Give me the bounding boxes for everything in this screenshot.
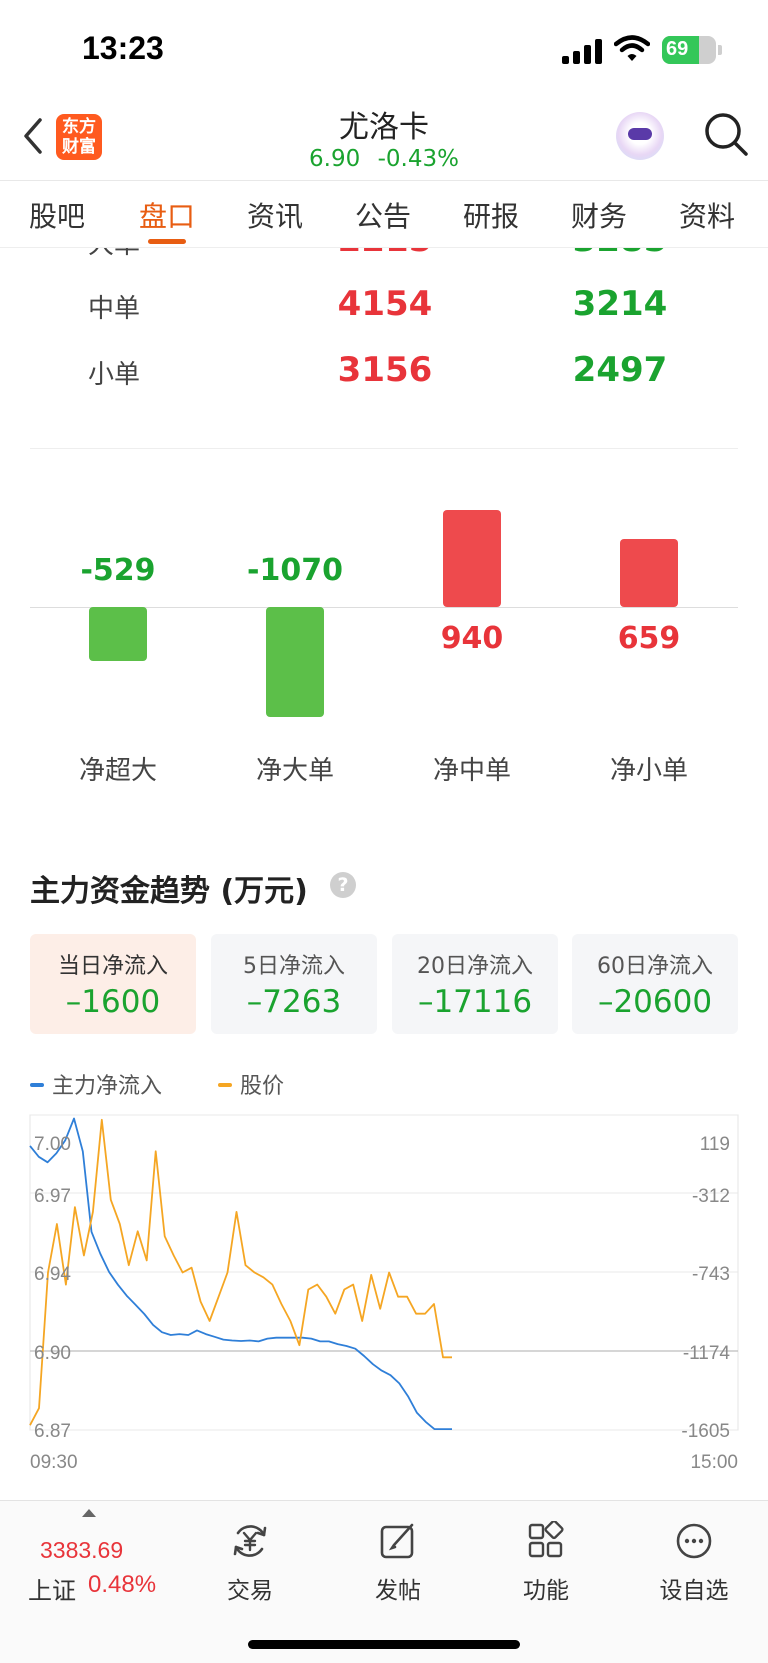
trend-chart-svg bbox=[29, 1114, 739, 1431]
nav-trade-button[interactable]: 交易 bbox=[190, 1519, 310, 1609]
nav-post-button[interactable]: 发帖 bbox=[338, 1519, 458, 1609]
index-name: 上证 bbox=[28, 1577, 76, 1605]
section-divider bbox=[30, 448, 738, 449]
nav-label: 设自选 bbox=[659, 1578, 729, 1604]
tab-finance[interactable]: 财务 bbox=[554, 195, 644, 235]
order-outflow: 2497 bbox=[572, 350, 668, 390]
y-left-tick: 7.00 bbox=[34, 1134, 71, 1155]
tab-guba[interactable]: 股吧 bbox=[12, 195, 102, 235]
more-icon bbox=[676, 1523, 712, 1559]
card-value: –17116 bbox=[417, 984, 533, 1020]
battery-icon: 69 bbox=[662, 36, 716, 64]
card-60day-inflow[interactable]: 60日净流入 –20600 bbox=[572, 934, 738, 1034]
net-flow-label: 净大单 bbox=[255, 756, 334, 786]
capital-trend-chart: 7.00 6.97 6.94 6.90 6.87 119 -312 -743 -… bbox=[0, 1110, 768, 1473]
card-value: –20600 bbox=[597, 984, 713, 1020]
wifi-icon bbox=[614, 35, 650, 61]
home-indicator[interactable] bbox=[248, 1640, 520, 1649]
legend-price: 股价 bbox=[218, 1068, 284, 1100]
card-label: 20日净流入 bbox=[417, 954, 533, 979]
y-right-tick: -743 bbox=[691, 1264, 730, 1285]
post-icon bbox=[380, 1523, 414, 1559]
status-bar: 13:23 69 bbox=[0, 0, 768, 100]
legend-label: 主力净流入 bbox=[52, 1074, 163, 1099]
nav-functions-button[interactable]: 功能 bbox=[486, 1519, 606, 1609]
y-left-tick: 6.94 bbox=[34, 1264, 71, 1285]
net-flow-label: 净超大 bbox=[78, 756, 157, 786]
y-right-tick: 119 bbox=[699, 1134, 730, 1155]
y-left-tick: 6.90 bbox=[34, 1343, 71, 1364]
stock-change-pct: -0.43% bbox=[377, 146, 459, 172]
order-outflow: 3214 bbox=[572, 284, 668, 324]
trend-section-title: 主力资金趋势 (万元) bbox=[30, 874, 308, 909]
expand-arrow-icon[interactable] bbox=[82, 1509, 96, 1517]
card-value: –1600 bbox=[65, 984, 161, 1020]
order-label: 中单 bbox=[88, 294, 141, 324]
nav-label: 交易 bbox=[227, 1578, 273, 1604]
index-change-pct: 0.48% bbox=[88, 1571, 157, 1598]
tab-profile[interactable]: 资料 bbox=[662, 195, 752, 235]
search-icon[interactable] bbox=[702, 110, 750, 160]
nav-label: 功能 bbox=[523, 1578, 569, 1604]
grid-icon bbox=[528, 1521, 564, 1558]
tab-research[interactable]: 研报 bbox=[446, 195, 536, 235]
card-label: 当日净流入 bbox=[57, 954, 168, 979]
net-flow-label: 净小单 bbox=[609, 756, 688, 786]
y-right-tick: -312 bbox=[691, 1186, 730, 1207]
active-tab-indicator bbox=[148, 239, 186, 244]
y-right-tick: -1174 bbox=[682, 1343, 730, 1364]
x-tick-end: 15:00 bbox=[690, 1452, 738, 1473]
order-inflow: 3156 bbox=[337, 350, 433, 390]
tab-announcements[interactable]: 公告 bbox=[338, 195, 428, 235]
legend-main-inflow: 主力净流入 bbox=[30, 1068, 162, 1100]
net-flow-bar bbox=[620, 539, 678, 607]
order-size-table: 大单 2215 3285 中单 4154 3214 小单 3156 2497 bbox=[0, 230, 768, 450]
battery-cap bbox=[718, 45, 722, 55]
net-flow-bar bbox=[443, 510, 501, 607]
net-flow-value: 940 bbox=[440, 621, 504, 656]
x-tick-start: 09:30 bbox=[30, 1452, 78, 1473]
bottom-toolbar: 3383.69 上证 0.48% 交易 发帖 功能 设自选 bbox=[0, 1500, 768, 1663]
card-today-inflow[interactable]: 当日净流入 –1600 bbox=[30, 934, 196, 1034]
trade-icon bbox=[233, 1525, 267, 1557]
tab-bar: 股吧 盘口 资讯 公告 研报 财务 资料 bbox=[0, 180, 768, 248]
legend-swatch bbox=[218, 1083, 232, 1087]
net-flow-bar bbox=[89, 607, 147, 662]
card-20day-inflow[interactable]: 20日净流入 –17116 bbox=[392, 934, 558, 1034]
card-value: –7263 bbox=[246, 984, 342, 1020]
period-cards: 当日净流入 –1600 5日净流入 –7263 20日净流入 –17116 60… bbox=[30, 934, 738, 1034]
legend-label: 股价 bbox=[240, 1074, 285, 1099]
signal-icon bbox=[562, 38, 604, 64]
order-row-small: 小单 3156 2497 bbox=[0, 346, 768, 412]
net-flow-bar bbox=[266, 607, 324, 717]
tab-news[interactable]: 资讯 bbox=[230, 195, 320, 235]
card-label: 5日净流入 bbox=[243, 954, 345, 979]
net-flow-bar-chart: -529 净超大 -1070 净大单 940 净中单 659 净小单 bbox=[0, 460, 768, 800]
nav-add-watchlist-button[interactable]: 设自选 bbox=[634, 1519, 754, 1609]
net-flow-value: -529 bbox=[80, 553, 156, 588]
card-label: 60日净流入 bbox=[597, 954, 713, 979]
net-flow-label: 净中单 bbox=[432, 756, 511, 786]
help-icon[interactable]: ? bbox=[330, 872, 356, 898]
y-left-tick: 6.87 bbox=[34, 1421, 71, 1442]
net-flow-value: 659 bbox=[617, 621, 681, 656]
nav-label: 发帖 bbox=[375, 1578, 421, 1604]
net-flow-value: -1070 bbox=[247, 553, 343, 588]
index-value: 3383.69 bbox=[40, 1537, 124, 1563]
robot-assistant-avatar[interactable] bbox=[616, 112, 664, 160]
order-inflow: 4154 bbox=[337, 284, 433, 324]
legend-swatch bbox=[30, 1083, 44, 1087]
tab-pankou[interactable]: 盘口 bbox=[122, 195, 212, 235]
chart-legend: 主力净流入 股价 bbox=[30, 1068, 430, 1100]
status-time: 13:23 bbox=[82, 30, 164, 66]
stock-price: 6.90 bbox=[309, 146, 361, 172]
stock-header: 东方财富 尤洛卡 6.90 -0.43% bbox=[0, 100, 768, 180]
order-row-medium: 中单 4154 3214 bbox=[0, 280, 768, 346]
card-5day-inflow[interactable]: 5日净流入 –7263 bbox=[211, 934, 377, 1034]
robot-visor bbox=[628, 128, 652, 140]
y-left-tick: 6.97 bbox=[34, 1186, 71, 1207]
order-label: 小单 bbox=[88, 360, 141, 390]
battery-percent: 69 bbox=[666, 38, 689, 60]
y-right-tick: -1605 bbox=[681, 1421, 730, 1442]
